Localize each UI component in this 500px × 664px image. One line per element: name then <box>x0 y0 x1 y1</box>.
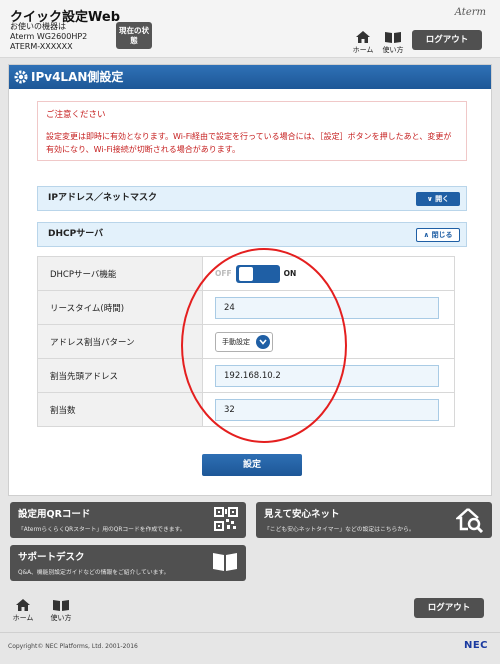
guide-button[interactable]: 使い方 <box>380 30 406 55</box>
lease-time-label: リースタイム(時間) <box>37 290 203 325</box>
open-button-label: 開く <box>435 195 450 203</box>
assign-pattern-select[interactable]: 手動設定 <box>215 331 273 352</box>
chevron-down-icon: ∨ <box>426 195 433 203</box>
support-card-title: サポートデスク <box>18 552 85 563</box>
toggle-switch[interactable] <box>235 264 280 283</box>
start-address-input[interactable]: 192.168.10.2 <box>215 364 439 387</box>
close-button-label: 閉じる <box>431 231 453 239</box>
qr-card-title: 設定用QRコード <box>18 509 91 520</box>
toggle-knob <box>238 266 253 281</box>
dhcp-function-toggle[interactable]: OFF ON <box>215 264 454 283</box>
house-search-icon <box>456 508 484 533</box>
guide-label: 使い方 <box>382 46 404 54</box>
table-row: 割当先頭アドレス 192.168.10.2 <box>37 358 455 393</box>
open-button[interactable]: ∨ 開く <box>416 192 460 206</box>
book-icon <box>385 32 401 43</box>
footer-divider <box>0 632 500 633</box>
submit-button[interactable]: 設定 <box>202 454 302 476</box>
current-status-button[interactable]: 現在の状態 <box>116 22 152 49</box>
notice-title: ご注意ください <box>46 110 106 120</box>
dhcp-function-label: DHCPサーバ機能 <box>37 256 203 291</box>
section-title-bar: IPv4LAN側設定 <box>9 65 491 89</box>
start-address-label: 割当先頭アドレス <box>37 358 203 393</box>
book-icon <box>213 553 237 571</box>
device-info: お使いの機器は Aterm WG2600HP2 ATERM-XXXXXX <box>10 22 87 52</box>
device-name: ATERM-XXXXXX <box>10 42 73 51</box>
header-bar: クイック設定Web お使いの機器は Aterm WG2600HP2 ATERM-… <box>0 0 500 58</box>
table-row: DHCPサーバ機能 OFF ON <box>37 256 455 291</box>
table-row: アドレス割当パターン 手動設定 <box>37 324 455 359</box>
ip-netmask-accordion[interactable]: IPアドレス／ネットマスク ∨ 開く <box>37 186 467 211</box>
device-label: お使いの機器は <box>10 22 66 31</box>
assign-count-input[interactable]: 32 <box>215 398 439 421</box>
home-button[interactable]: ホーム <box>350 30 376 55</box>
device-model: Aterm WG2600HP2 <box>10 32 88 41</box>
close-button[interactable]: ∧ 閉じる <box>416 228 460 242</box>
dhcp-accordion[interactable]: DHCPサーバ ∧ 閉じる <box>37 222 467 247</box>
dhcp-label: DHCPサーバ <box>48 229 104 239</box>
qr-card-desc: 「AtermらくらくQRスタート」用のQRコードを作成できます。 <box>18 527 186 533</box>
nec-logo: NEC <box>463 640 488 651</box>
qr-code-icon <box>214 507 238 531</box>
safety-net-card[interactable]: 見えて安心ネット 「こども安心ネットタイマー」などの設定はこちらから。 <box>256 502 492 538</box>
safety-card-desc: 「こども安心ネットタイマー」などの設定はこちらから。 <box>264 527 415 533</box>
assign-pattern-label: アドレス割当パターン <box>37 324 203 359</box>
table-row: 割当数 32 <box>37 392 455 427</box>
ip-netmask-label: IPアドレス／ネットマスク <box>48 193 157 203</box>
home-icon <box>356 31 370 43</box>
footer-guide-button[interactable]: 使い方 <box>48 598 74 623</box>
toggle-off-label: OFF <box>215 269 232 278</box>
dhcp-settings-table: DHCPサーバ機能 OFF ON リースタイム(時間) 24 アドレス割当パター… <box>37 256 455 427</box>
footer-home-label: ホーム <box>12 614 34 622</box>
logout-button[interactable]: ログアウト <box>412 30 482 50</box>
brand-logo: Aterm <box>454 7 486 18</box>
qr-code-card[interactable]: 設定用QRコード 「AtermらくらくQRスタート」用のQRコードを作成できます… <box>10 502 246 538</box>
assign-count-label: 割当数 <box>37 392 203 427</box>
home-icon <box>16 599 30 611</box>
book-icon <box>53 600 69 611</box>
chevron-down-icon <box>256 334 270 349</box>
footer-logout-button[interactable]: ログアウト <box>414 598 484 618</box>
support-card-desc: Q&A、機能別設定ガイドなどの情報をご紹介しています。 <box>18 570 170 576</box>
gear-icon <box>14 70 28 84</box>
section-title: IPv4LAN側設定 <box>31 70 124 84</box>
home-label: ホーム <box>352 46 374 54</box>
toggle-on-label: ON <box>283 269 297 278</box>
safety-card-title: 見えて安心ネット <box>264 509 340 520</box>
copyright-text: Copyright© NEC Platforms, Ltd. 2001-2016 <box>8 643 138 650</box>
lease-time-input[interactable]: 24 <box>215 296 439 319</box>
assign-pattern-value: 手動設定 <box>222 337 250 346</box>
table-row: リースタイム(時間) 24 <box>37 290 455 325</box>
notice-box: ご注意ください 設定変更は即時に有効となります。Wi-Fi経由で設定を行っている… <box>37 101 467 161</box>
chevron-up-icon: ∧ <box>423 231 430 239</box>
notice-body: 設定変更は即時に有効となります。Wi-Fi経由で設定を行っている場合には、［設定… <box>46 132 452 154</box>
support-desk-card[interactable]: サポートデスク Q&A、機能別設定ガイドなどの情報をご紹介しています。 <box>10 545 246 581</box>
footer-guide-label: 使い方 <box>50 614 72 622</box>
footer-home-button[interactable]: ホーム <box>10 598 36 623</box>
